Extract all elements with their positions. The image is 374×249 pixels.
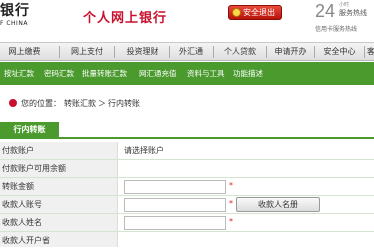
payee-account-input[interactable] <box>124 198 226 212</box>
main-nav: 网上缴费 网上支付 投资理财 外汇通 个人贷款 申请开办 安全中心 客 <box>0 42 374 61</box>
subnav-item-address-remit[interactable]: 按址汇款 <box>4 62 34 85</box>
balance-label: 付款账户可用余额 <box>0 160 118 177</box>
subnav-item-wanghuitong[interactable]: 网汇通充值 <box>139 62 177 85</box>
payee-name-label: 收款人姓名 <box>0 214 118 231</box>
form-row-payee-province: 收款人开户省 <box>0 232 374 247</box>
nav-divider <box>314 46 315 58</box>
payee-account-label: 收款人账号 <box>0 196 118 213</box>
nav-item-payment[interactable]: 网上缴费 <box>0 43 49 61</box>
required-marker: * <box>229 181 233 190</box>
nav-item-loan[interactable]: 个人贷款 <box>215 43 265 61</box>
required-marker: * <box>229 199 233 208</box>
amount-input[interactable] <box>124 180 226 194</box>
credit-hotline: 信用卡服务热线 <box>315 26 358 33</box>
breadcrumb-prefix: 您的位置： <box>21 99 61 108</box>
nav-divider <box>114 46 115 58</box>
payer-account-select[interactable]: 请选择账户 <box>124 142 164 159</box>
form-row-payer-account: 付款账户 请选择账户 <box>0 142 374 160</box>
nav-item-apply[interactable]: 申请开办 <box>268 43 313 61</box>
nav-divider <box>266 46 267 58</box>
form-row-amount: 转账金额 * <box>0 178 374 196</box>
breadcrumb-separator: ＞ <box>98 99 106 108</box>
breadcrumb-level2: 行内转账 <box>108 99 140 108</box>
amount-label: 转账金额 <box>0 178 118 195</box>
breadcrumb: 您的位置： 转账汇款 ＞ 行内转账 <box>0 98 374 110</box>
location-icon <box>9 99 17 107</box>
lock-icon <box>232 8 241 17</box>
logout-button[interactable]: 安全退出 <box>228 5 282 20</box>
nav-item-security[interactable]: 安全中心 <box>317 43 362 61</box>
form-row-payee-name: 收款人姓名 * <box>0 214 374 232</box>
breadcrumb-level1[interactable]: 转账汇款 <box>64 98 96 109</box>
page-title: 个人网上银行 <box>83 11 168 26</box>
nav-item-forex[interactable]: 外汇通 <box>171 43 211 61</box>
bank-logo-text: 银行 <box>0 3 30 19</box>
tab-internal-transfer[interactable]: 行内转账 <box>0 122 59 137</box>
nav-divider <box>213 46 214 58</box>
sub-nav: 按址汇款 密码汇款 批量转账汇款 网汇通充值 资料与工具 功能描述 <box>0 62 374 85</box>
nav-item-customer[interactable]: 客 <box>366 43 374 61</box>
nav-item-investment[interactable]: 投资理财 <box>117 43 168 61</box>
payee-province-label: 收款人开户省 <box>0 232 118 247</box>
tab-underline <box>0 137 374 139</box>
hotline-number: 24 <box>315 1 336 21</box>
form-row-balance: 付款账户可用余额 <box>0 160 374 178</box>
bank-logo-sub: F CHINA <box>0 20 28 27</box>
subnav-item-description[interactable]: 功能描述 <box>233 62 263 85</box>
payee-name-input[interactable] <box>124 216 226 230</box>
nav-divider <box>364 46 365 58</box>
nav-item-online-pay[interactable]: 网上支付 <box>62 43 112 61</box>
page-header: 银行 F CHINA 个人网上银行 安全退出 24 小时 服务热线 信用卡服务热… <box>0 0 374 40</box>
nav-divider <box>59 46 60 58</box>
logout-label: 安全退出 <box>243 8 275 17</box>
subnav-item-password-remit[interactable]: 密码汇款 <box>44 62 74 85</box>
nav-divider <box>169 46 170 58</box>
payer-account-label: 付款账户 <box>0 142 118 159</box>
required-marker: * <box>229 217 233 226</box>
subnav-item-batch-transfer[interactable]: 批量转账汇款 <box>82 62 127 85</box>
subnav-item-tools[interactable]: 资料与工具 <box>187 62 225 85</box>
payee-directory-button[interactable]: 收款人名册 <box>236 197 320 212</box>
form-row-payee-account: 收款人账号 * 收款人名册 <box>0 196 374 214</box>
hotline-label: 服务热线 <box>339 9 367 17</box>
